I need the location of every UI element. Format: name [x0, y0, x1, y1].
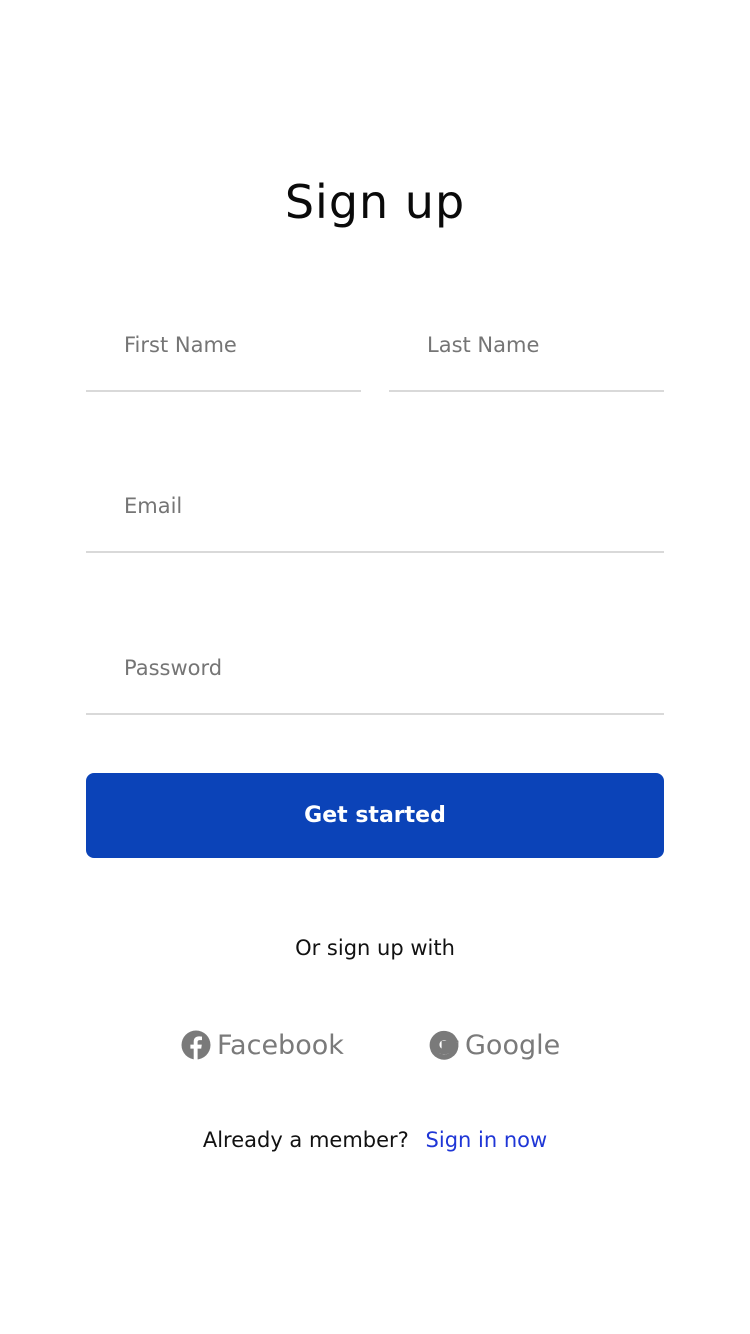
google-label: Google: [465, 1029, 561, 1061]
social-prompt: Or sign up with: [295, 936, 455, 960]
facebook-signup-button[interactable]: Facebook: [181, 1022, 344, 1068]
get-started-button[interactable]: Get started: [86, 773, 664, 858]
last-name-field[interactable]: [389, 300, 664, 392]
google-icon: [429, 1030, 459, 1060]
member-question: Already a member?: [202, 1128, 409, 1152]
email-input[interactable]: [86, 461, 664, 551]
facebook-icon: [181, 1030, 211, 1060]
first-name-input[interactable]: [86, 300, 361, 390]
sign-in-link[interactable]: Sign in now: [426, 1128, 548, 1152]
password-field[interactable]: [86, 623, 664, 715]
google-signup-button[interactable]: Google: [429, 1022, 560, 1068]
email-field[interactable]: [86, 461, 664, 553]
first-name-field[interactable]: [86, 300, 361, 392]
page-title: Sign up: [284, 175, 466, 229]
facebook-label: Facebook: [217, 1029, 344, 1061]
last-name-input[interactable]: [389, 300, 664, 390]
password-input[interactable]: [86, 623, 664, 713]
signin-prompt: Already a member? Sign in now: [0, 1124, 750, 1156]
